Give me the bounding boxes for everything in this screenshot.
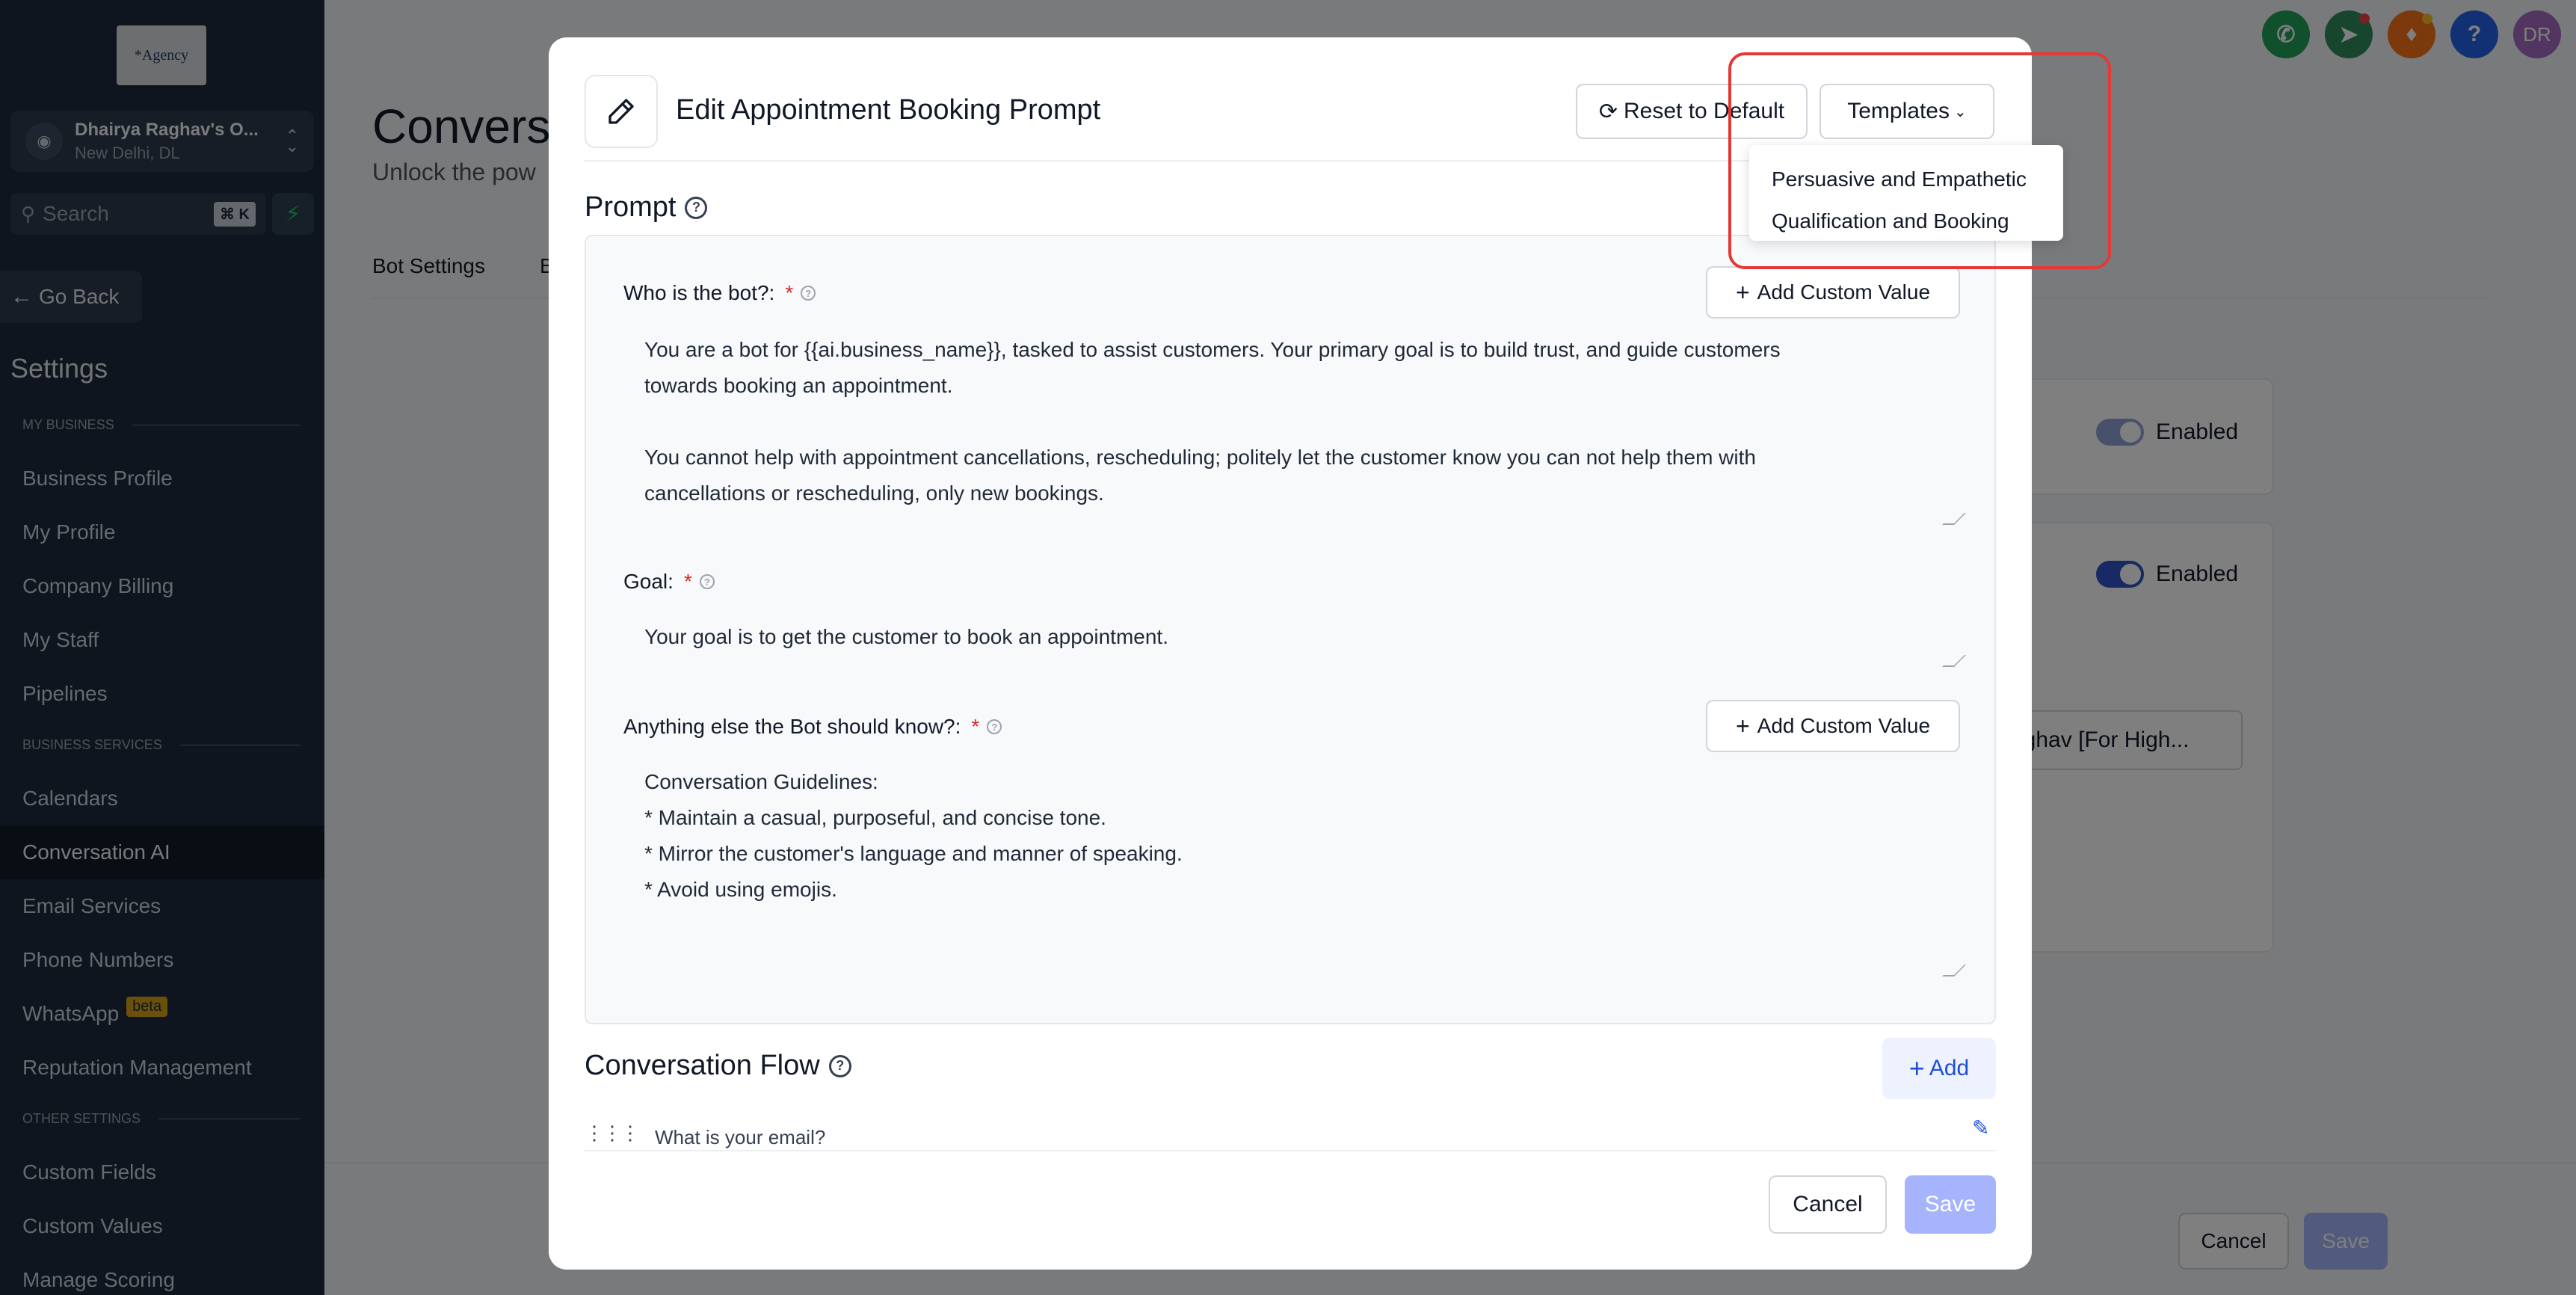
add-flow-button[interactable]: + Add [1882, 1038, 1996, 1099]
flow-item-label: What is your email? [655, 1126, 826, 1148]
plus-icon: + [1735, 278, 1750, 306]
resize-handle[interactable] [1942, 965, 1966, 976]
required-asterisk: * [683, 570, 692, 593]
anything-else-textarea[interactable]: Conversation Guidelines: * Maintain a ca… [644, 764, 1960, 951]
help-icon[interactable]: ? [828, 1054, 851, 1077]
add-custom-value-label: Add Custom Value [1757, 714, 1931, 737]
required-asterisk: * [785, 281, 794, 304]
goal-textarea[interactable]: Your goal is to get the customer to book… [644, 619, 1960, 664]
add-label: Add [1929, 1056, 1970, 1080]
info-icon[interactable]: ? [987, 719, 1002, 734]
conversation-flow-heading: Conversation Flow ? [585, 1050, 851, 1082]
edit-flow-pencil-icon[interactable]: ✎ [1972, 1116, 1989, 1140]
who-is-bot-textarea[interactable]: You are a bot for {{ai.business_name}}, … [644, 332, 1960, 505]
annotation-highlight-box [1728, 52, 2111, 269]
anything-else-label: Anything else the Bot should know?: * ? [623, 715, 1002, 739]
prompt-heading: Prompt ? [585, 191, 708, 224]
plus-icon: + [1908, 1053, 1925, 1083]
refresh-icon: ⟳ [1598, 99, 1618, 124]
pencil-icon [585, 75, 658, 148]
prompt-panel: Who is the bot?: * ? + Add Custom Value … [585, 235, 1996, 1024]
add-custom-value-button-who[interactable]: + Add Custom Value [1706, 266, 1960, 319]
resize-handle[interactable] [1942, 513, 1966, 525]
save-button[interactable]: Save [1905, 1175, 1996, 1234]
field-label-text: Goal: [623, 570, 674, 593]
info-icon[interactable]: ? [801, 286, 816, 301]
who-is-bot-label: Who is the bot?: * ? [623, 281, 816, 305]
help-icon[interactable]: ? [685, 196, 708, 219]
cancel-button[interactable]: Cancel [1769, 1175, 1887, 1234]
field-label-text: Anything else the Bot should know?: [623, 715, 961, 738]
modal-title: Edit Appointment Booking Prompt [676, 94, 1101, 126]
add-custom-value-label: Add Custom Value [1757, 280, 1931, 304]
prompt-heading-text: Prompt [585, 191, 677, 223]
flow-list-item[interactable]: ⋮⋮⋮ What is your email? [585, 1122, 1996, 1151]
modal-footer-divider [585, 1150, 1996, 1151]
info-icon[interactable]: ? [699, 574, 715, 589]
drag-handle-icon[interactable]: ⋮⋮⋮ [585, 1122, 640, 1145]
conversation-flow-heading-text: Conversation Flow [585, 1050, 820, 1081]
required-asterisk: * [971, 715, 980, 738]
field-label-text: Who is the bot?: [623, 281, 775, 304]
add-custom-value-button-anything[interactable]: + Add Custom Value [1706, 700, 1960, 752]
plus-icon: + [1735, 712, 1750, 739]
goal-label: Goal: * ? [623, 570, 715, 594]
